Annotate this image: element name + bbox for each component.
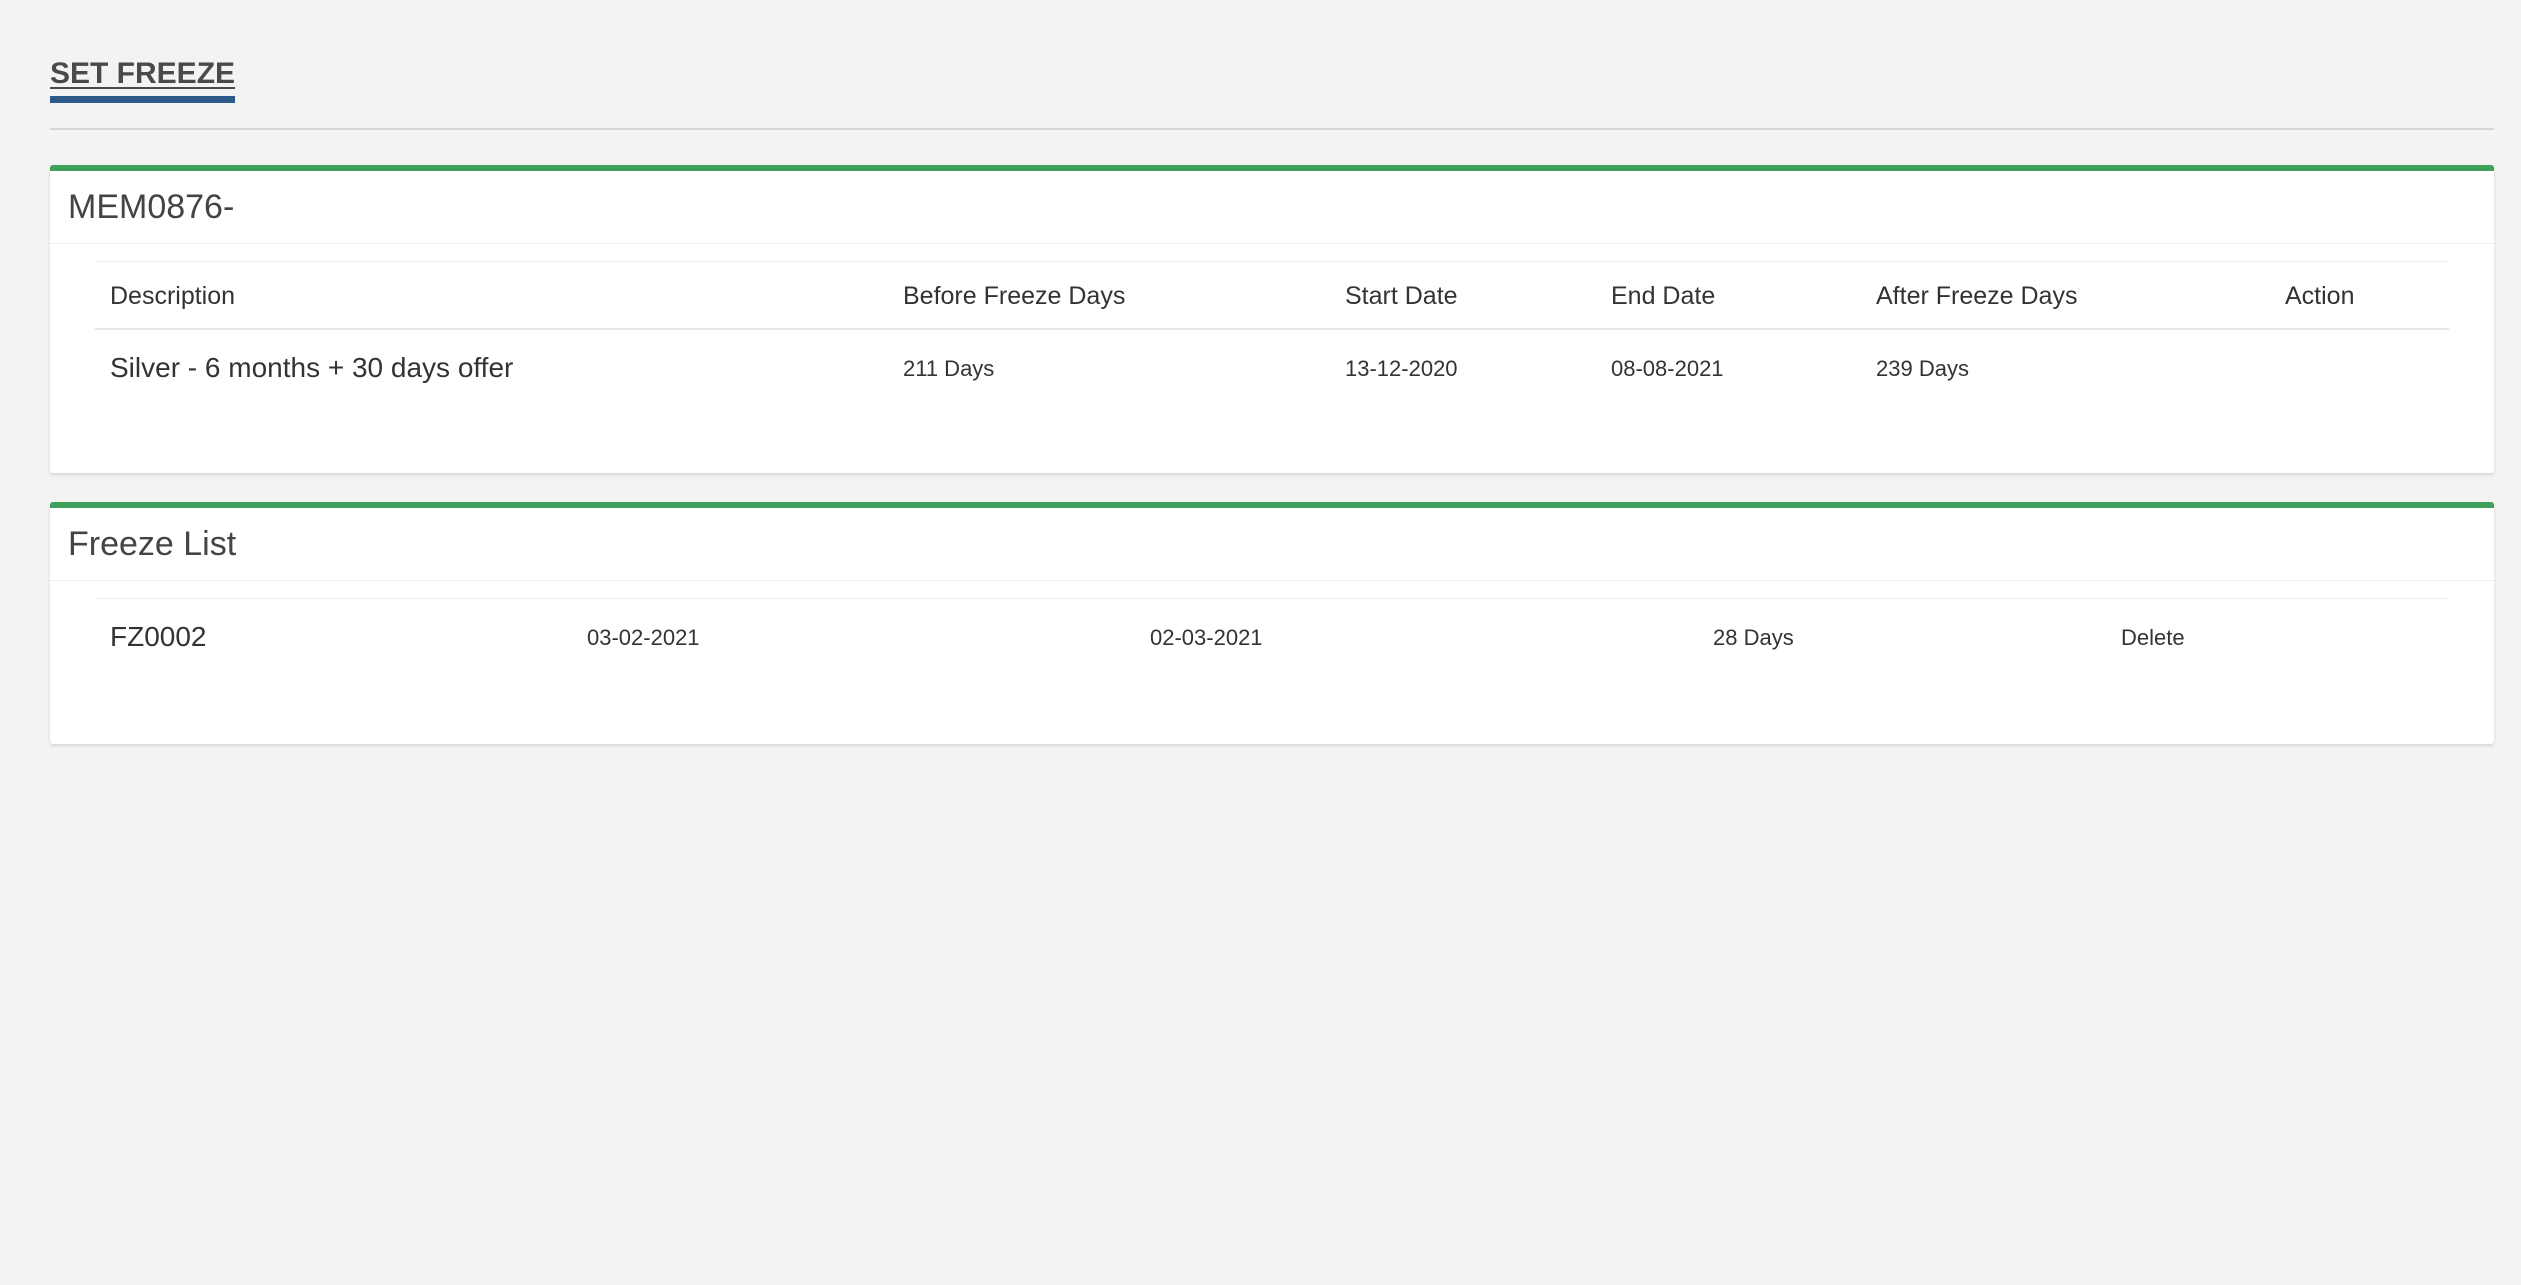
- freeze-start-date: 03-02-2021: [587, 625, 700, 650]
- delete-link[interactable]: Delete: [2121, 625, 2185, 651]
- column-header-before-freeze-days: Before Freeze Days: [903, 282, 1126, 310]
- page-header: SET FREEZE: [50, 56, 2494, 130]
- freeze-list-title: Freeze List: [50, 508, 2494, 581]
- freeze-list-box: Freeze List FZ0002 03-02-2021 02-03-2021…: [50, 502, 2494, 744]
- freeze-list-table: FZ0002 03-02-2021 02-03-2021 28 Days Del…: [95, 598, 2449, 683]
- membership-box: MEM0876- Description Before Freeze Days …: [50, 165, 2494, 473]
- page: SET FREEZE MEM0876- Description Before F…: [0, 0, 2521, 1285]
- column-header-end-date: End Date: [1611, 282, 1716, 310]
- membership-box-title: MEM0876-: [50, 171, 2494, 244]
- freeze-end-date: 02-03-2021: [1150, 625, 1263, 650]
- membership-table-header: Description Before Freeze Days Start Dat…: [95, 261, 2449, 330]
- after-freeze-days-value: 239 Days: [1876, 356, 1969, 381]
- start-date-value: 13-12-2020: [1345, 356, 1458, 381]
- table-row: FZ0002 03-02-2021 02-03-2021 28 Days Del…: [95, 598, 2449, 683]
- column-header-start-date: Start Date: [1345, 282, 1458, 310]
- page-title: SET FREEZE: [50, 56, 236, 103]
- plan-description: Silver - 6 months + 30 days offer: [110, 352, 514, 383]
- freeze-id: FZ0002: [110, 621, 207, 652]
- end-date-value: 08-08-2021: [1611, 356, 1724, 381]
- freeze-days: 28 Days: [1713, 625, 1794, 650]
- column-header-description: Description: [110, 282, 236, 310]
- membership-table: Description Before Freeze Days Start Dat…: [95, 261, 2449, 414]
- column-header-action: Action: [2285, 282, 2355, 310]
- table-row: Silver - 6 months + 30 days offer 211 Da…: [95, 330, 2449, 414]
- column-header-after-freeze-days: After Freeze Days: [1876, 282, 2078, 310]
- before-freeze-days-value: 211 Days: [903, 356, 995, 381]
